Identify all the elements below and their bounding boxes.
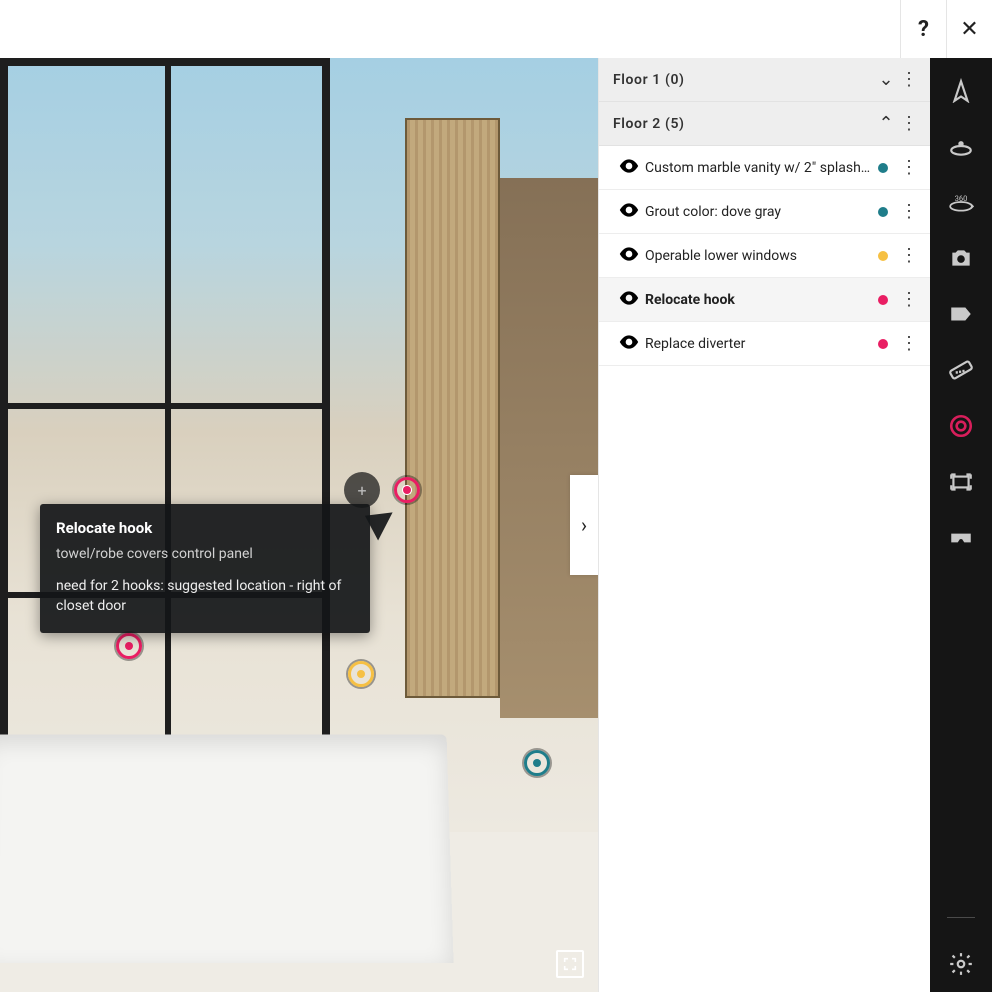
vr-icon[interactable]	[947, 524, 975, 552]
topbar: ? ✕	[900, 0, 992, 58]
trim-icon[interactable]	[947, 468, 975, 496]
floor-header[interactable]: Floor 2 (5)⌃⋮	[599, 102, 930, 146]
floor-header[interactable]: Floor 1 (0)⌄⋮	[599, 58, 930, 102]
kebab-icon[interactable]: ⋮	[898, 333, 920, 354]
svg-text:360: 360	[955, 194, 968, 203]
rail-divider	[947, 917, 975, 918]
notes-icon[interactable]	[947, 412, 975, 440]
settings-icon[interactable]	[947, 950, 975, 978]
note-label: Relocate hook	[645, 292, 878, 308]
view-360-icon[interactable]: 360	[947, 188, 975, 216]
scene-adjacent-room	[500, 178, 598, 718]
note-label: Replace diverter	[645, 336, 878, 352]
chevron-up-icon[interactable]: ⌃	[874, 113, 898, 134]
floorplan-icon[interactable]	[947, 132, 975, 160]
note-label: Grout color: dove gray	[645, 204, 878, 220]
kebab-icon[interactable]: ⋮	[898, 69, 920, 90]
visibility-icon[interactable]	[619, 245, 645, 266]
color-swatch	[878, 207, 888, 217]
color-swatch	[878, 339, 888, 349]
note-label: Custom marble vanity w/ 2" splash…	[645, 160, 878, 176]
scene-window	[0, 58, 330, 748]
color-swatch	[878, 295, 888, 305]
add-note-hotspot[interactable]: +	[344, 472, 380, 508]
floor-title: Floor 1 (0)	[613, 72, 874, 88]
tooltip-title: Relocate hook	[56, 518, 354, 540]
photos-icon[interactable]	[947, 244, 975, 272]
note-row[interactable]: Operable lower windows ⋮	[599, 234, 930, 278]
note-row[interactable]: Grout color: dove gray ⋮	[599, 190, 930, 234]
note-row[interactable]: Custom marble vanity w/ 2" splash… ⋮	[599, 146, 930, 190]
kebab-icon[interactable]: ⋮	[898, 289, 920, 310]
note-row[interactable]: Relocate hook ⋮	[599, 278, 930, 322]
notes-panel: Floor 1 (0)⌄⋮Floor 2 (5)⌃⋮Custom marble …	[598, 58, 930, 992]
kebab-icon[interactable]: ⋮	[898, 113, 920, 134]
note-tooltip: Relocate hook towel/robe covers control …	[40, 504, 370, 633]
panel-collapse-button[interactable]: ›	[570, 475, 598, 575]
tooltip-subtitle: towel/robe covers control panel	[56, 544, 354, 564]
visibility-icon[interactable]	[619, 201, 645, 222]
color-swatch	[878, 251, 888, 261]
visibility-icon[interactable]	[619, 289, 645, 310]
app-root: ? ✕ 360	[0, 0, 992, 992]
tooltip-arrow	[365, 504, 401, 541]
fullscreen-button[interactable]	[556, 950, 584, 978]
hotspot-replace-diverter[interactable]	[116, 633, 142, 659]
hotspot-operable-windows[interactable]	[348, 661, 374, 687]
visibility-icon[interactable]	[619, 157, 645, 178]
start-location-icon[interactable]	[947, 76, 975, 104]
floor-title: Floor 2 (5)	[613, 116, 874, 132]
scene-viewport[interactable]: + Relocate hook towel/robe covers contro…	[0, 58, 598, 992]
kebab-icon[interactable]: ⋮	[898, 245, 920, 266]
help-button[interactable]: ?	[900, 0, 946, 58]
chevron-down-icon[interactable]: ⌄	[874, 69, 898, 90]
note-label: Operable lower windows	[645, 248, 878, 264]
scene-door	[405, 118, 500, 698]
visibility-icon[interactable]	[619, 333, 645, 354]
measure-icon[interactable]	[947, 356, 975, 384]
scene-bathtub	[0, 734, 454, 963]
kebab-icon[interactable]: ⋮	[898, 201, 920, 222]
note-row[interactable]: Replace diverter ⋮	[599, 322, 930, 366]
color-swatch	[878, 163, 888, 173]
hotspot-relocate-hook[interactable]	[394, 477, 420, 503]
tooltip-body: need for 2 hooks: suggested location - r…	[56, 576, 354, 617]
close-button[interactable]: ✕	[946, 0, 992, 58]
kebab-icon[interactable]: ⋮	[898, 157, 920, 178]
tool-rail: 360	[930, 58, 992, 992]
labels-icon[interactable]	[947, 300, 975, 328]
hotspot-marble-vanity[interactable]	[524, 750, 550, 776]
